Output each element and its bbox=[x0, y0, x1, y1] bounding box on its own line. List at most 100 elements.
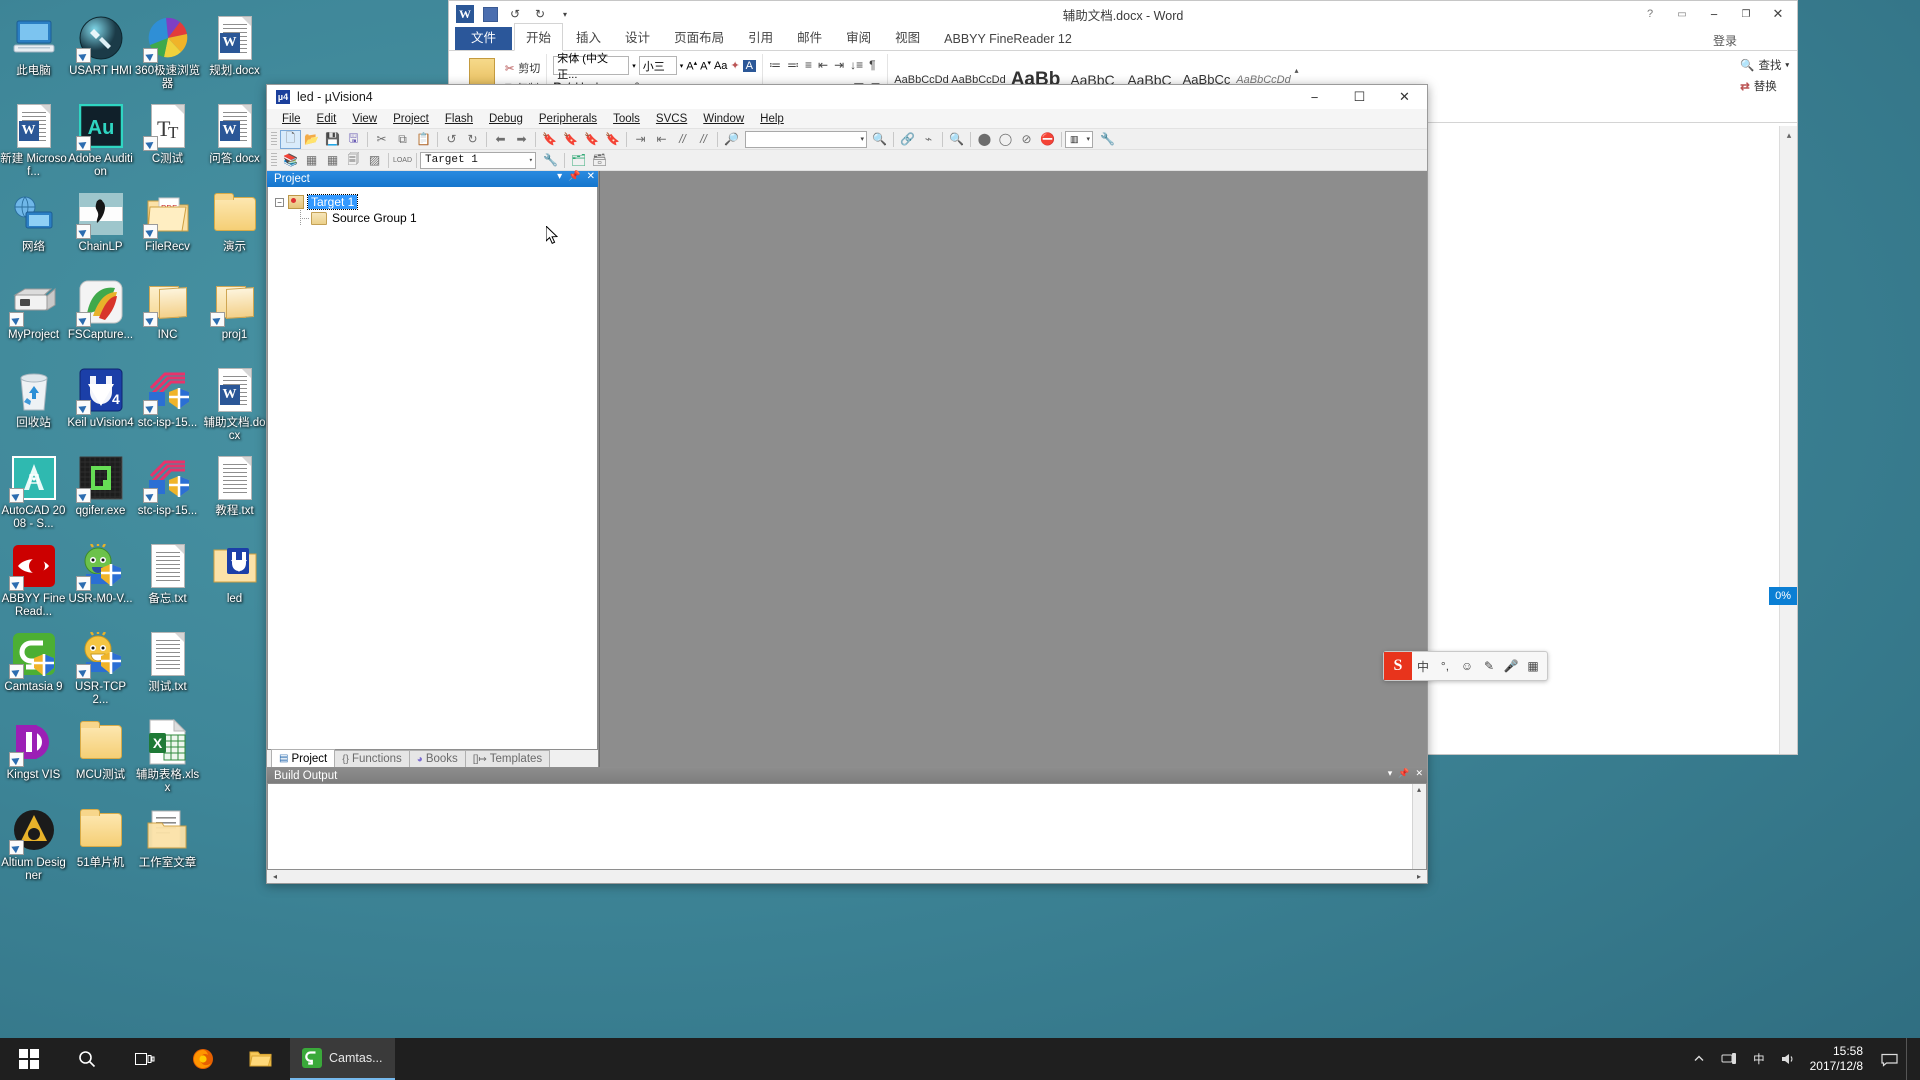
word-tab-abbyy[interactable]: ABBYY FineReader 12 bbox=[933, 29, 1083, 50]
word-ribbon-options-icon[interactable]: ▭ bbox=[1667, 3, 1697, 25]
chevron-down-icon[interactable]: ▾ bbox=[860, 135, 864, 143]
desktop-icon[interactable]: USART HMI bbox=[67, 8, 134, 96]
build-output-hscrollbar[interactable]: ◂ ▸ bbox=[267, 870, 1427, 883]
taskbar-app-buttons[interactable]: Camtas... bbox=[290, 1038, 395, 1080]
desktop-icon[interactable]: AutoCAD 2008 - S... bbox=[0, 448, 67, 536]
scroll-right-icon[interactable]: ▸ bbox=[1413, 871, 1425, 882]
comment-icon[interactable]: // bbox=[672, 130, 693, 149]
word-help-icon[interactable]: ? bbox=[1635, 3, 1665, 25]
toolbar-grip[interactable] bbox=[271, 153, 277, 168]
pen-icon[interactable]: ✎ bbox=[1478, 652, 1500, 680]
target-options-icon[interactable]: 🔧 bbox=[540, 151, 561, 170]
desktop-icon[interactable]: Kingst VIS bbox=[0, 712, 67, 800]
decrease-indent-icon[interactable]: ⇤ bbox=[818, 58, 828, 72]
menu-flash[interactable]: Flash bbox=[437, 112, 481, 126]
tab-books[interactable]: ◕ Books bbox=[409, 750, 466, 767]
menu-tools[interactable]: Tools bbox=[605, 112, 648, 126]
text-highlight-icon[interactable]: A bbox=[743, 60, 756, 72]
tab-functions[interactable]: {} Functions bbox=[334, 750, 410, 767]
project-panel[interactable]: Project ▾ 📌 ✕ − Target 1 bbox=[267, 171, 599, 767]
bullet-list-icon[interactable]: ≔ bbox=[769, 58, 781, 72]
manage-components-icon[interactable]: 🗂 bbox=[568, 151, 589, 170]
desktop-icon[interactable]: 教程.txt bbox=[201, 448, 268, 536]
close-icon[interactable]: ✕ bbox=[587, 171, 595, 182]
shrink-font-icon[interactable]: A▾ bbox=[700, 59, 711, 73]
desktop-icon[interactable]: Camtasia 9 bbox=[0, 624, 67, 712]
word-signin-link[interactable]: 登录 bbox=[1713, 32, 1737, 49]
chevron-down-icon[interactable]: ▾ bbox=[529, 156, 533, 165]
scroll-left-icon[interactable]: ◂ bbox=[269, 871, 281, 882]
clear-format-icon[interactable]: ✦ bbox=[730, 59, 739, 72]
numbered-list-icon[interactable]: ≕ bbox=[787, 58, 799, 72]
desktop-icon[interactable]: W规划.docx bbox=[201, 8, 268, 96]
desktop-icon[interactable]: 网络 bbox=[0, 184, 67, 272]
desktop-icon[interactable]: AuAdobe Audition bbox=[67, 96, 134, 184]
desktop-icon[interactable]: led bbox=[201, 536, 268, 624]
keil-minimize-button[interactable]: − bbox=[1292, 85, 1337, 109]
desktop-icon[interactable]: 51单片机 bbox=[67, 800, 134, 888]
menu-window[interactable]: Window bbox=[695, 112, 752, 126]
desktop-icon[interactable]: 4Keil uVision4 bbox=[67, 360, 134, 448]
kill-all-breakpoints-icon[interactable]: ⛔ bbox=[1037, 130, 1058, 149]
chevron-down-icon[interactable]: ▾ bbox=[557, 171, 562, 182]
ime-toolbar[interactable]: S 中 °, ☺ ✎ 🎤 ▦ bbox=[1383, 651, 1548, 681]
menu-peripherals[interactable]: Peripherals bbox=[531, 112, 605, 126]
find-in-files-icon[interactable]: 🔎 bbox=[721, 130, 742, 149]
word-ribbon-tabs[interactable]: 文件 开始 插入 设计 页面布局 引用 邮件 审阅 视图 ABBYY FineR… bbox=[449, 27, 1797, 51]
menu-edit[interactable]: Edit bbox=[309, 112, 345, 126]
uncomment-icon[interactable]: // bbox=[693, 130, 714, 149]
word-cut-button[interactable]: ✂剪切 bbox=[505, 60, 540, 76]
tray-language-button[interactable]: 中 bbox=[1745, 1051, 1773, 1067]
desktop-icon[interactable]: 此电脑 bbox=[0, 8, 67, 96]
keil-toolbar-build[interactable]: 📚 ▦ ▦ 🗐 ▨ LOAD Target 1 ▾ 🔧 🗂 🗃 bbox=[267, 150, 1427, 171]
open-file-icon[interactable]: 📂 bbox=[301, 130, 322, 149]
desktop-icon[interactable]: X辅助表格.xlsx bbox=[134, 712, 201, 800]
ime-punctuation-button[interactable]: °, bbox=[1434, 652, 1456, 680]
desktop-icon[interactable]: stc-isp-15... bbox=[134, 360, 201, 448]
desktop-background[interactable]: 此电脑USART HMI360极速浏览器W规划.docxW新建 Microsof… bbox=[0, 0, 1920, 1080]
build-output-panel[interactable]: Build Output ▾ 📌 ✕ ▴ ◂ ▸ bbox=[267, 767, 1427, 883]
function-nav-icon[interactable]: ⌁ bbox=[918, 130, 939, 149]
project-tree[interactable]: − Target 1 Source Group 1 bbox=[267, 187, 598, 749]
sogou-logo-icon[interactable]: S bbox=[1384, 652, 1412, 680]
word-tab-insert[interactable]: 插入 bbox=[565, 24, 612, 50]
menu-debug[interactable]: Debug bbox=[481, 112, 531, 126]
desktop-icon[interactable]: 工作室文章 bbox=[134, 800, 201, 888]
decrease-indent-icon[interactable]: ⇤ bbox=[651, 130, 672, 149]
task-view-button[interactable] bbox=[116, 1038, 174, 1080]
stop-build-icon[interactable]: ▨ bbox=[364, 151, 385, 170]
notification-center-button[interactable] bbox=[1873, 1052, 1906, 1067]
build-output-header-buttons[interactable]: ▾ 📌 ✕ bbox=[1388, 768, 1423, 779]
desktop-icon[interactable]: stc-isp-15... bbox=[134, 448, 201, 536]
bookmark-clear-icon[interactable]: 🔖 bbox=[602, 130, 623, 149]
chevron-down-icon[interactable]: ▾ bbox=[1388, 768, 1393, 779]
manage-multiproject-icon[interactable]: 🗃 bbox=[589, 151, 610, 170]
disable-breakpoint-icon[interactable]: ◯ bbox=[995, 130, 1016, 149]
desktop-icon[interactable]: PDFFileRecv bbox=[134, 184, 201, 272]
font-size-chevron-icon[interactable]: ▾ bbox=[680, 62, 684, 70]
start-button[interactable] bbox=[0, 1038, 58, 1080]
ime-mode-chinese-button[interactable]: 中 bbox=[1412, 652, 1434, 680]
collapse-icon[interactable]: − bbox=[275, 198, 284, 207]
word-tab-layout[interactable]: 页面布局 bbox=[663, 24, 735, 50]
disable-all-breakpoints-icon[interactable]: ⊘ bbox=[1016, 130, 1037, 149]
keil-window-buttons[interactable]: − ☐ ✕ bbox=[1292, 85, 1427, 109]
font-family-chevron-icon[interactable]: ▾ bbox=[632, 62, 636, 70]
desktop-icon[interactable]: FSCapture... bbox=[67, 272, 134, 360]
project-panel-header-buttons[interactable]: ▾ 📌 ✕ bbox=[557, 171, 595, 182]
editor-area[interactable] bbox=[599, 171, 1427, 767]
undo-icon[interactable]: ↺ bbox=[441, 130, 462, 149]
word-maximize-icon[interactable]: ❐ bbox=[1731, 3, 1761, 25]
translate-icon[interactable]: 🗐 bbox=[343, 151, 364, 170]
word-tab-view[interactable]: 视图 bbox=[884, 24, 931, 50]
keyboard-icon[interactable]: ▦ bbox=[1522, 652, 1544, 680]
desktop-icon[interactable]: USR-M0-V... bbox=[67, 536, 134, 624]
font-size-select[interactable]: 小三 bbox=[639, 56, 677, 75]
grow-font-icon[interactable]: A▴ bbox=[686, 59, 697, 73]
word-find-button[interactable]: 🔍查找▾ bbox=[1740, 57, 1789, 73]
word-replace-button[interactable]: ⇄替换 bbox=[1740, 78, 1789, 94]
keil-close-button[interactable]: ✕ bbox=[1382, 85, 1427, 109]
keil-maximize-button[interactable]: ☐ bbox=[1337, 85, 1382, 109]
bookmark-next-icon[interactable]: 🔖 bbox=[581, 130, 602, 149]
desktop-icon[interactable]: proj1 bbox=[201, 272, 268, 360]
